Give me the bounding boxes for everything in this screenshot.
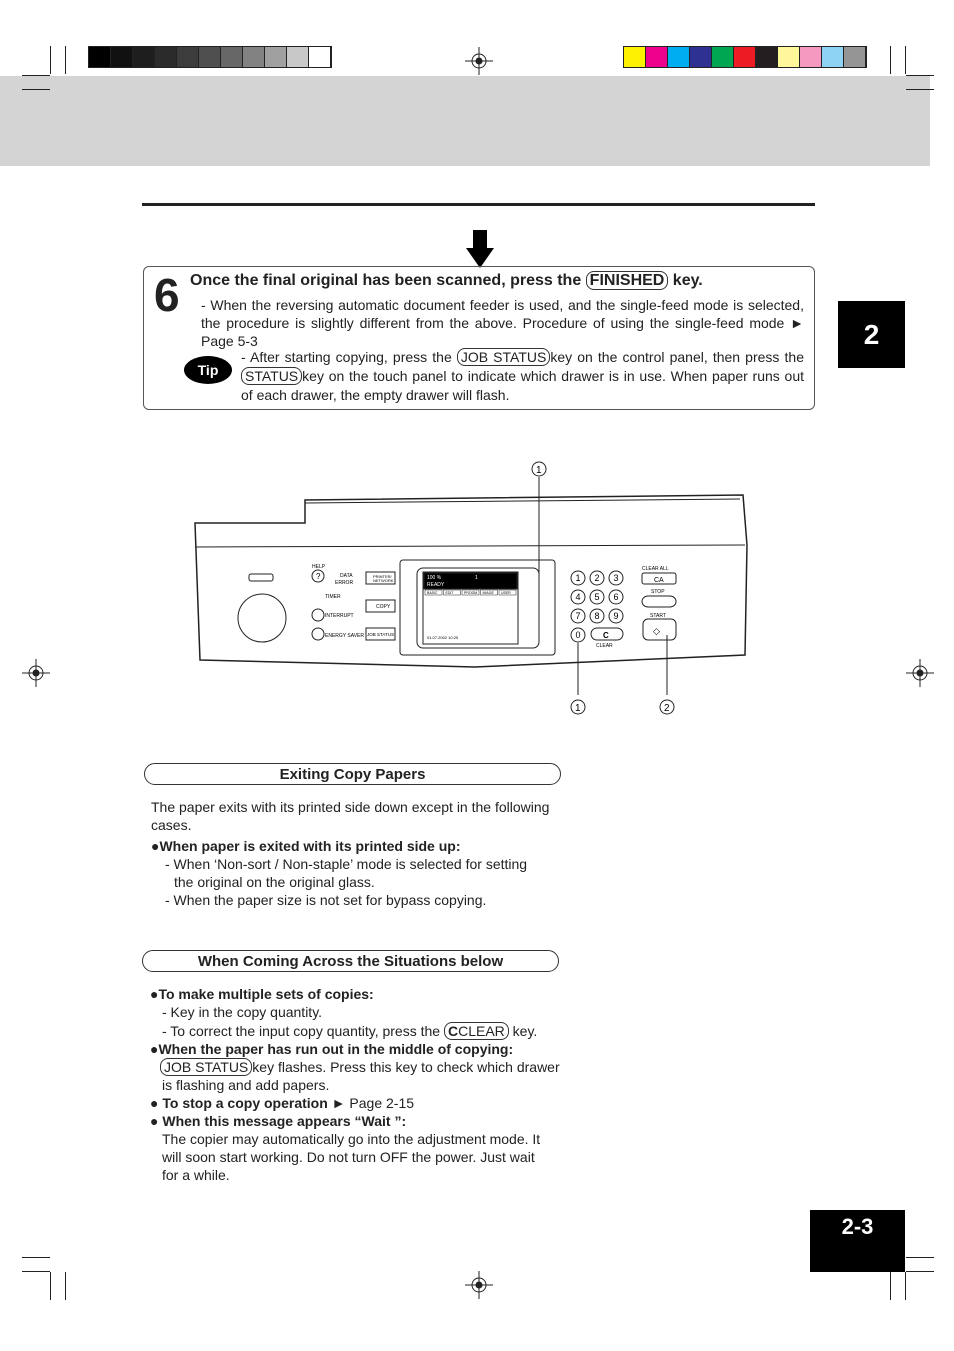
screen-tab-label: IMAGE xyxy=(483,591,495,595)
digit-label: 0 xyxy=(576,630,581,640)
data-label: DATA xyxy=(340,573,353,579)
screen-status: READY xyxy=(427,582,445,588)
digit-label: 4 xyxy=(576,592,581,602)
start-label: START xyxy=(650,613,666,619)
clear-all-label: CLEAR ALL xyxy=(642,566,669,572)
status-key: STATUS xyxy=(241,367,303,385)
screen-tab-label: PROGM xyxy=(464,591,477,595)
error-label: ERROR xyxy=(335,580,353,586)
page-number: 2-3 xyxy=(810,1210,905,1272)
screen-tab-label: BASIC xyxy=(427,591,438,595)
interrupt-key: INTERRUPT xyxy=(325,613,354,619)
situations-header: When Coming Across the Situations below xyxy=(142,950,559,972)
tip-badge: Tip xyxy=(184,356,232,384)
help-label: HELP xyxy=(312,564,326,570)
callout-1: 1 xyxy=(536,465,542,476)
screen-zoom: 100 % xyxy=(427,575,442,581)
tip-text: - After starting copying, press the JOB … xyxy=(241,348,804,403)
chapter-tab: 2 xyxy=(838,301,905,368)
section-rule xyxy=(142,203,815,206)
screen-date: 01.07.2002 10:25 xyxy=(427,635,459,640)
digit-label: 5 xyxy=(595,592,600,602)
callout-1-keypad: 1 xyxy=(575,703,581,714)
job-status-panel-key: JOB STATUS xyxy=(367,632,394,637)
screen-tab-label: USER xyxy=(501,591,511,595)
situations-section: ●To make multiple sets of copies: - Key … xyxy=(150,986,560,1183)
clear-key: CCLEAR xyxy=(443,1022,509,1040)
step-title: Once the final original has been scanned… xyxy=(190,271,703,290)
manual-page: 2 6 Once the final original has been sca… xyxy=(0,0,954,1351)
copy-key: COPY xyxy=(376,604,391,610)
svg-text:NETWORK: NETWORK xyxy=(373,578,394,583)
svg-text:1: 1 xyxy=(475,575,478,581)
step-number: 6 xyxy=(154,269,180,321)
help-icon: ? xyxy=(316,572,321,581)
c-key: C xyxy=(603,631,609,640)
clear-label: CLEAR xyxy=(596,643,613,649)
digit-label: 2 xyxy=(595,573,600,583)
step-note: - When the reversing automatic document … xyxy=(201,297,805,349)
digit-label: 8 xyxy=(595,611,600,621)
bullet-icon: ● xyxy=(150,1113,159,1129)
digit-label: 7 xyxy=(576,611,581,621)
exiting-header: Exiting Copy Papers xyxy=(144,763,561,785)
pointer-arrow-icon: ► xyxy=(790,315,805,331)
bullet-icon: ● xyxy=(150,1095,159,1111)
control-panel-diagram: 1 1 2 HELP ? DATA ERROR PRINTER/ NETWORK… xyxy=(194,461,748,715)
ca-key: CA xyxy=(654,577,664,584)
digit-label: 3 xyxy=(614,573,619,583)
digit-label: 6 xyxy=(614,592,619,602)
pointer-arrow-icon: ► xyxy=(331,1095,346,1111)
finished-key: FINISHED xyxy=(585,271,669,290)
job-status-key: JOB STATUS xyxy=(160,1058,253,1076)
down-arrow-icon xyxy=(466,230,494,268)
start-icon: ◇ xyxy=(653,626,660,636)
timer-label: TIMER xyxy=(325,594,341,600)
job-status-key: JOB STATUS xyxy=(456,348,551,366)
exiting-section: The paper exits with its printed side do… xyxy=(151,799,550,908)
digit-label: 1 xyxy=(576,573,581,583)
stop-label: STOP xyxy=(651,589,665,595)
digit-label: 9 xyxy=(614,611,619,621)
callout-2: 2 xyxy=(664,703,670,714)
energy-saver-key: ENERGY SAVER xyxy=(325,633,364,639)
screen-tab-label: EDIT xyxy=(446,591,455,595)
